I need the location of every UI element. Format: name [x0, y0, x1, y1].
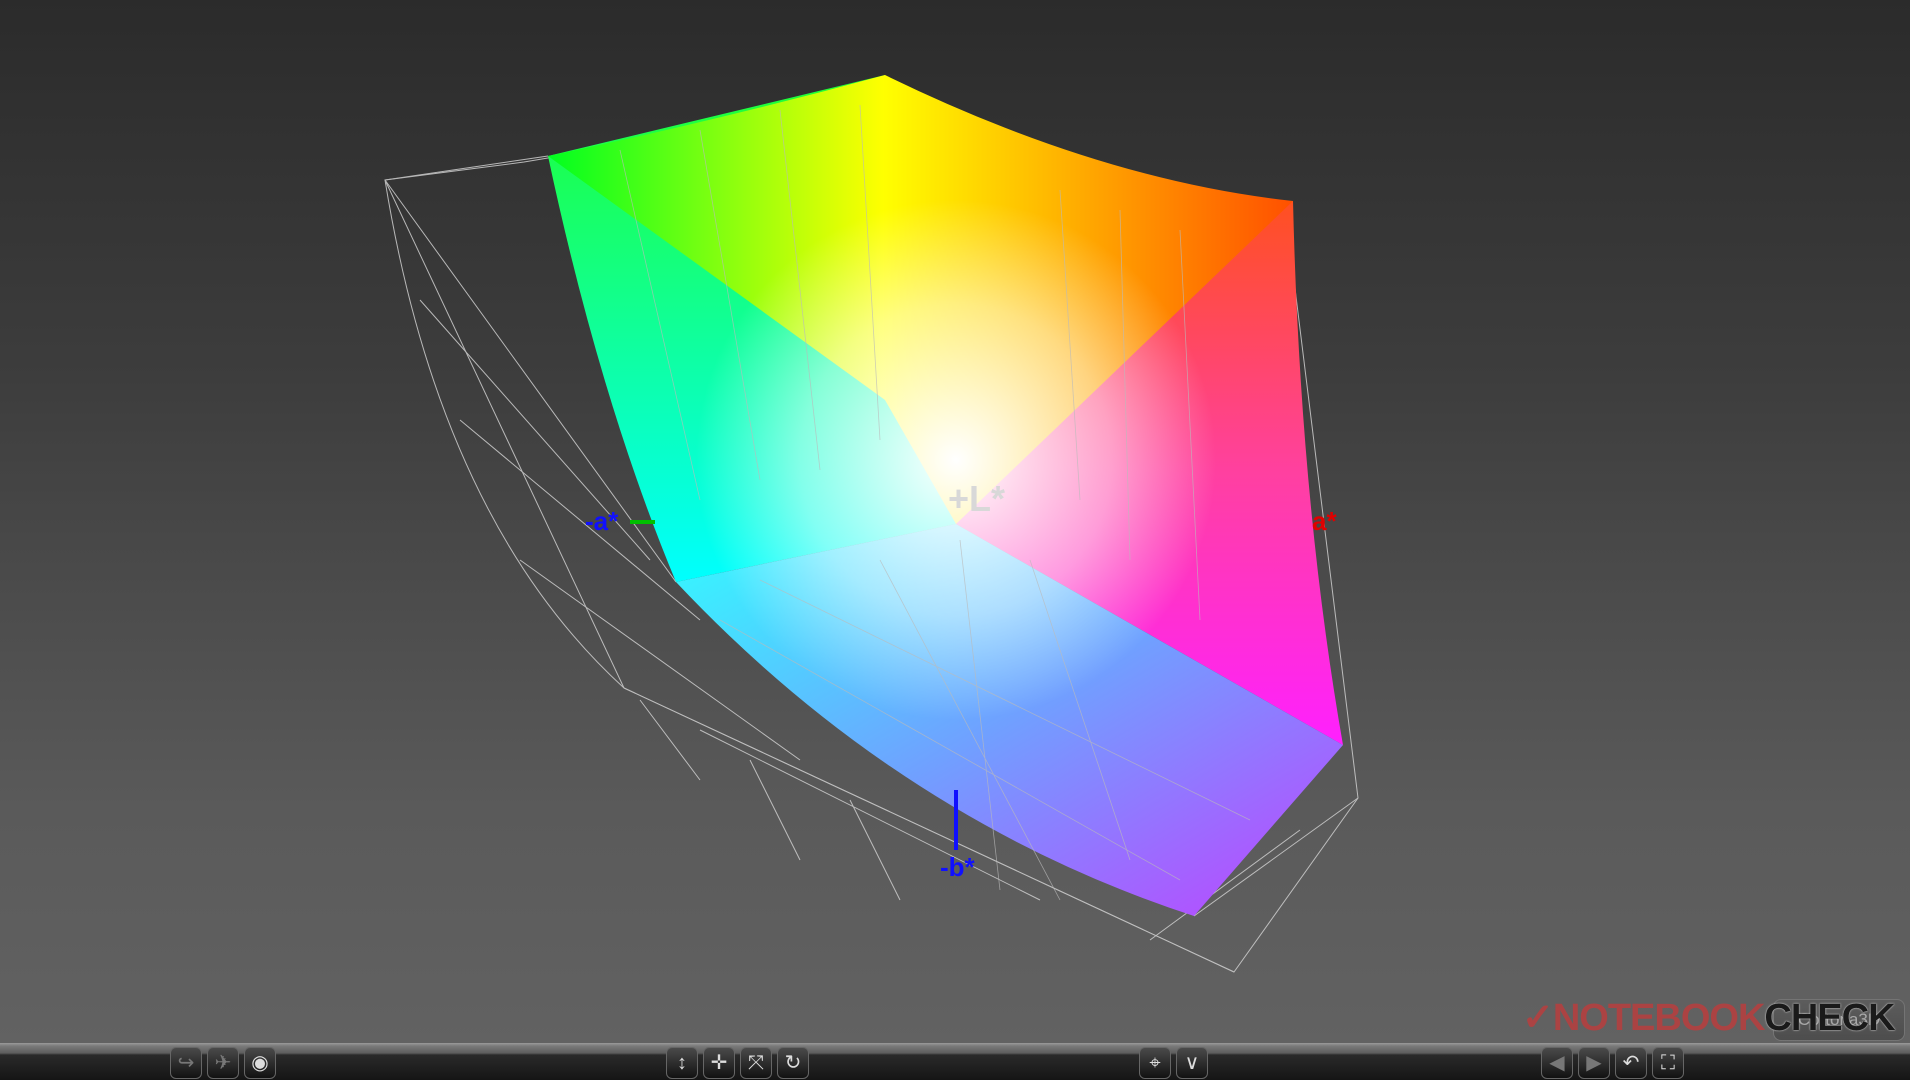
watermark-brand-a: NOTEBOOK	[1552, 997, 1766, 1039]
b-minus-axis-label: -b*	[940, 852, 975, 882]
restore-icon[interactable]: ↶	[1615, 1047, 1647, 1079]
notebookcheck-watermark: ✓NOTEBOOKCHECK	[1522, 995, 1896, 1040]
gamut-plot	[384, 75, 1359, 973]
white-point-glow	[696, 200, 1216, 720]
align-icon[interactable]: ∨	[1176, 1047, 1208, 1079]
l-plus-axis-label: +L*	[948, 478, 1006, 519]
watermark-brand-b: CHECK	[1764, 997, 1895, 1039]
goto-icon[interactable]: ⌖	[1139, 1047, 1171, 1079]
fit-icon[interactable]: ⛶	[1652, 1047, 1684, 1079]
navigation-toolbar: ↪ ✈ ◉ ↕ ✛ ⤧ ↻ ⌖ ∨ ◀ ▶ ↶ ⛶	[0, 1043, 1910, 1080]
next-viewpoint-icon[interactable]: ▶	[1578, 1047, 1610, 1079]
a-plus-axis-label: a*	[1312, 506, 1337, 536]
3d-viewport[interactable]: +L* a* -a* -b*	[0, 0, 1910, 1043]
rotate-icon[interactable]: ↻	[777, 1047, 809, 1079]
fly-icon[interactable]: ✈	[207, 1047, 239, 1079]
walk-icon[interactable]: ↪	[170, 1047, 202, 1079]
a-minus-axis-label: -a*	[585, 506, 619, 536]
prev-viewpoint-icon[interactable]: ◀	[1541, 1047, 1573, 1079]
check-mark-icon: ✓	[1522, 997, 1554, 1039]
tilt-icon[interactable]: ⤧	[740, 1047, 772, 1079]
study-eye-icon[interactable]: ◉	[244, 1047, 276, 1079]
slide-icon[interactable]: ↕	[666, 1047, 698, 1079]
pan-icon[interactable]: ✛	[703, 1047, 735, 1079]
